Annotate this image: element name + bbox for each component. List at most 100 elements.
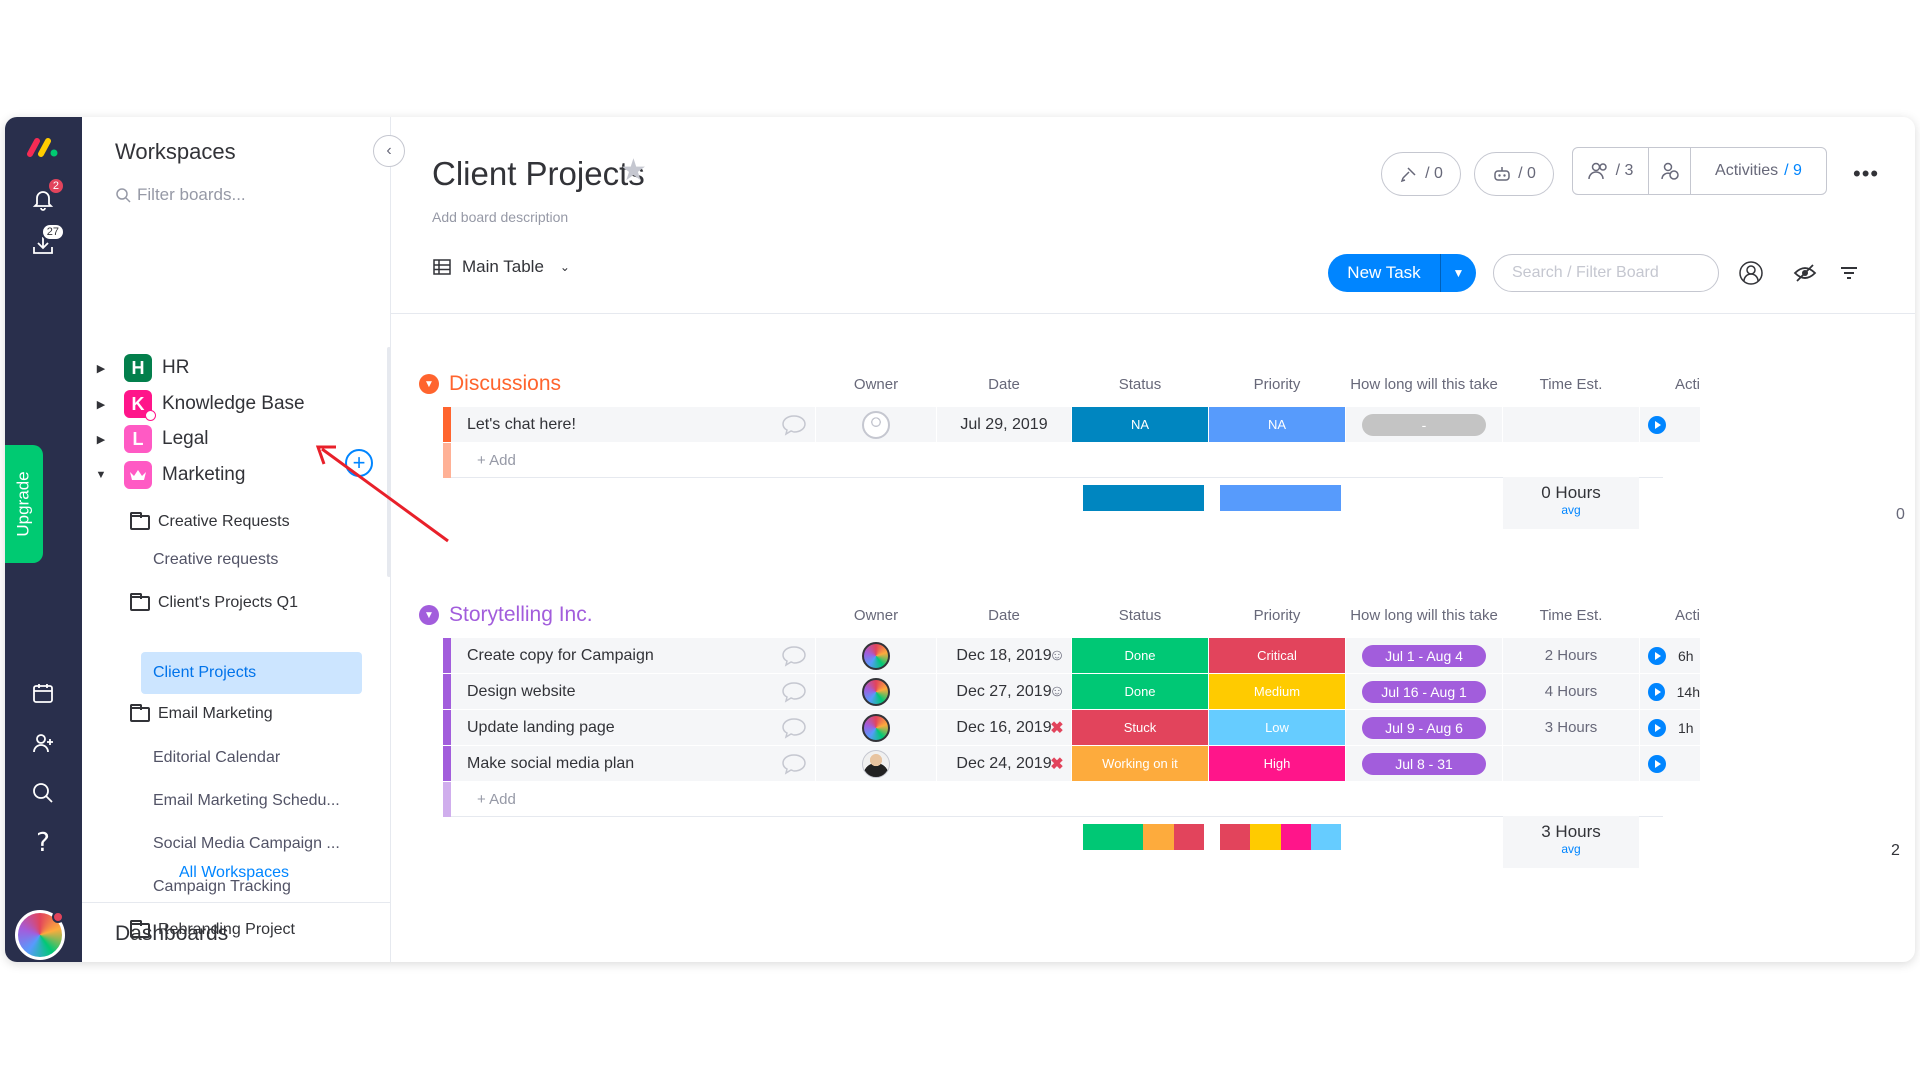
caret-right-icon[interactable]: ▶ <box>90 362 112 375</box>
time-est-cell[interactable]: 4 Hours <box>1503 674 1639 709</box>
timeline-cell[interactable]: Jul 9 - Aug 6 <box>1346 710 1502 745</box>
activity-cell[interactable]: 1h <box>1640 710 1700 745</box>
item-name[interactable]: Design website <box>451 674 815 709</box>
owner-cell[interactable] <box>816 674 936 709</box>
column-header-activity[interactable]: Acti <box>1640 607 1700 624</box>
caret-right-icon[interactable]: ▶ <box>90 398 112 411</box>
hide-columns-icon[interactable] <box>1791 259 1819 287</box>
play-icon[interactable] <box>1648 754 1666 773</box>
members-button[interactable]: / 3 <box>1573 148 1649 194</box>
activities-button[interactable]: Activities / 9 <box>1691 148 1826 194</box>
time-est-cell[interactable]: 3 Hours <box>1503 710 1639 745</box>
priority-cell[interactable]: High <box>1209 746 1345 781</box>
column-header-date[interactable]: Date <box>937 607 1071 624</box>
add-item-row[interactable]: + Add <box>443 443 1663 478</box>
priority-cell[interactable]: Medium <box>1209 674 1345 709</box>
notifications-bell-icon[interactable]: 2 <box>23 177 65 219</box>
comment-bubble-icon[interactable] <box>773 674 815 709</box>
time-est-cell[interactable]: 2 Hours <box>1503 638 1639 673</box>
inbox-icon[interactable]: 27 <box>23 223 65 265</box>
owner-cell[interactable] <box>816 746 936 781</box>
more-options-icon[interactable]: ••• <box>1853 161 1879 187</box>
workspace-marketing[interactable]: ▼ Marketing <box>90 458 245 492</box>
monday-logo-icon[interactable] <box>23 127 63 167</box>
priority-cell[interactable]: Critical <box>1209 638 1345 673</box>
chevron-down-icon[interactable]: ⌄ <box>560 260 570 274</box>
play-icon[interactable] <box>1648 415 1666 434</box>
column-header-date[interactable]: Date <box>937 376 1071 393</box>
folder-creative-requests[interactable]: Creative Requests <box>130 505 290 539</box>
column-header-priority[interactable]: Priority <box>1209 376 1345 393</box>
comment-bubble-icon[interactable] <box>773 710 815 745</box>
upgrade-button[interactable]: Upgrade <box>5 445 43 563</box>
item-name[interactable]: Create copy for Campaign <box>451 638 815 673</box>
workspace-legal[interactable]: ▶ L Legal <box>90 422 209 456</box>
all-workspaces-link[interactable]: All Workspaces <box>179 864 289 882</box>
search-icon[interactable] <box>23 773 63 813</box>
person-filter-icon[interactable] <box>1737 259 1765 287</box>
board-description[interactable]: Add board description <box>432 209 568 225</box>
board-email-marketing-schedule[interactable]: Email Marketing Schedu... <box>153 784 340 818</box>
date-cell[interactable]: Jul 29, 2019 <box>937 407 1071 442</box>
owner-cell[interactable] <box>816 407 936 442</box>
column-header-owner[interactable]: Owner <box>816 376 936 393</box>
activity-cell[interactable] <box>1640 746 1700 781</box>
status-cell[interactable]: Stuck <box>1072 710 1208 745</box>
comment-bubble-icon[interactable] <box>773 407 815 442</box>
item-name[interactable]: Update landing page <box>451 710 815 745</box>
user-avatar[interactable] <box>15 910 65 960</box>
comment-bubble-icon[interactable] <box>773 638 815 673</box>
automations-button[interactable]: / 0 <box>1474 152 1554 196</box>
column-header-time-est[interactable]: Time Est. <box>1503 376 1639 393</box>
board-client-projects[interactable]: Client Projects <box>141 652 362 694</box>
add-to-workspace-button[interactable]: + <box>345 449 373 477</box>
owner-cell[interactable] <box>816 638 936 673</box>
column-header-status[interactable]: Status <box>1072 607 1208 624</box>
guest-access-button[interactable] <box>1649 148 1691 194</box>
folder-email-marketing[interactable]: Email Marketing <box>130 697 273 731</box>
priority-cell[interactable]: Low <box>1209 710 1345 745</box>
column-header-activity[interactable]: Acti <box>1640 376 1700 393</box>
group-collapse-icon[interactable]: ▼ <box>419 605 439 625</box>
item-name[interactable]: Make social media plan <box>451 746 815 781</box>
timeline-cell[interactable]: - <box>1346 407 1502 442</box>
group-collapse-icon[interactable]: ▼ <box>419 374 439 394</box>
invite-members-icon[interactable] <box>23 723 63 763</box>
add-item-label[interactable]: + Add <box>477 452 516 469</box>
integrations-button[interactable]: / 0 <box>1381 152 1461 196</box>
caret-right-icon[interactable]: ▶ <box>90 433 112 446</box>
collapse-sidebar-button[interactable]: ‹ <box>373 135 405 167</box>
comment-bubble-icon[interactable] <box>773 746 815 781</box>
board-creative-requests[interactable]: Creative requests <box>153 543 278 577</box>
folder-clients-projects-q1[interactable]: Client's Projects Q1 <box>130 586 298 620</box>
new-task-dropdown-icon[interactable]: ▼ <box>1440 254 1476 292</box>
workspace-hr[interactable]: ▶ H HR <box>90 351 189 385</box>
activity-cell[interactable] <box>1640 407 1700 442</box>
board-editorial-calendar[interactable]: Editorial Calendar <box>153 741 280 775</box>
play-icon[interactable] <box>1648 718 1666 737</box>
board-social-media-campaign[interactable]: Social Media Campaign ... <box>153 827 340 861</box>
my-work-calendar-icon[interactable] <box>23 673 63 713</box>
favorite-star-icon[interactable]: ★ <box>620 153 647 188</box>
status-cell[interactable]: NA <box>1072 407 1208 442</box>
add-item-row[interactable]: + Add <box>443 782 1663 817</box>
timeline-cell[interactable]: Jul 8 - 31 <box>1346 746 1502 781</box>
timeline-cell[interactable]: Jul 1 - Aug 4 <box>1346 638 1502 673</box>
dashboards-title[interactable]: Dashboards <box>115 922 228 946</box>
status-cell[interactable]: Done <box>1072 638 1208 673</box>
workspace-knowledge-base[interactable]: ▶ K Knowledge Base <box>90 387 305 421</box>
status-cell[interactable]: Done <box>1072 674 1208 709</box>
time-est-cell[interactable] <box>1503 746 1639 781</box>
main-table-view-tab[interactable]: Main Table ⌄ <box>432 257 570 277</box>
activity-cell[interactable]: 14h <box>1640 674 1700 709</box>
group-name[interactable]: Storytelling Inc. <box>449 603 593 627</box>
column-header-timeline[interactable]: How long will this take <box>1346 607 1502 624</box>
filter-icon[interactable] <box>1835 259 1863 287</box>
column-header-status[interactable]: Status <box>1072 376 1208 393</box>
board-title[interactable]: Client Projects <box>432 155 645 193</box>
column-header-time-est[interactable]: Time Est. <box>1503 607 1639 624</box>
time-est-cell[interactable] <box>1503 407 1639 442</box>
group-title-storytelling[interactable]: ▼ Storytelling Inc. <box>419 603 593 627</box>
activity-cell[interactable]: 6h <box>1640 638 1700 673</box>
play-icon[interactable] <box>1648 646 1666 665</box>
